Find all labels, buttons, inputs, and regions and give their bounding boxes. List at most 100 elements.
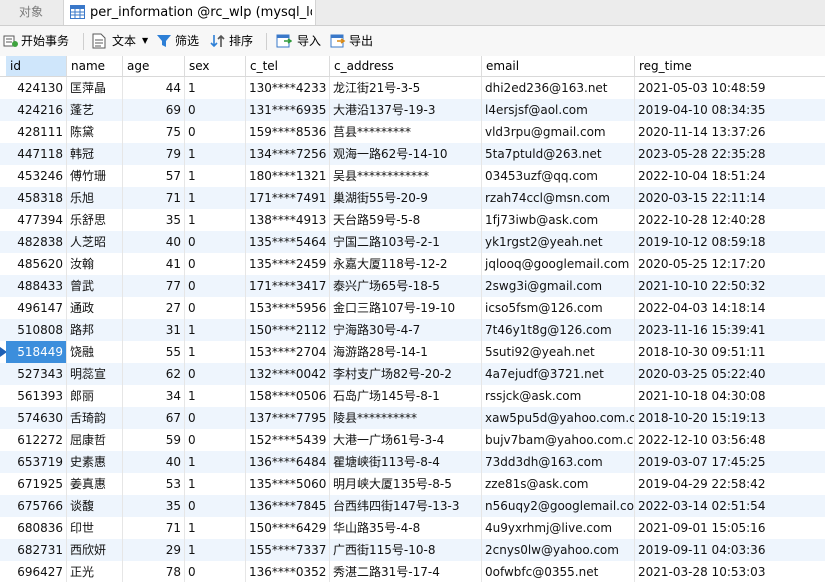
cell-name[interactable]: 匡萍晶 [67,77,123,99]
cell-sex[interactable]: 0 [185,99,246,121]
table-row[interactable]: 424130 匡萍晶 44 1 130****4233 龙江街21号-3-5 dhi2ed2… [0,77,825,99]
cell-name[interactable]: 姜真惠 [67,473,123,495]
cell-reg-time[interactable]: 2018-10-20 15:19:13 [635,407,825,429]
cell-sex[interactable]: 0 [185,407,246,429]
cell-sex[interactable]: 1 [185,187,246,209]
cell-id[interactable]: 561393 [6,385,67,407]
cell-age[interactable]: 41 [123,253,185,275]
table-row[interactable]: 574630 舌琦韵 67 0 137****7795 陵县********** xaw5p… [0,407,825,429]
cell-name[interactable]: 陈黛 [67,121,123,143]
cell-c-tel[interactable]: 150****2112 [246,319,330,341]
table-row[interactable]: 518449 饶融 55 1 153****2704 海游路28号-14-1 5suti92… [0,341,825,363]
cell-c-address[interactable]: 观海一路62号-14-10 [330,143,482,165]
cell-name[interactable]: 西欣妍 [67,539,123,561]
cell-c-tel[interactable]: 153****5956 [246,297,330,319]
cell-email[interactable]: 4a7ejudf@3721.net [482,363,635,385]
cell-reg-time[interactable]: 2020-11-14 13:37:26 [635,121,825,143]
cell-c-address[interactable]: 大港沿137号-19-3 [330,99,482,121]
cell-c-tel[interactable]: 158****0506 [246,385,330,407]
cell-age[interactable]: 34 [123,385,185,407]
cell-sex[interactable]: 1 [185,517,246,539]
cell-c-tel[interactable]: 171****3417 [246,275,330,297]
cell-c-tel[interactable]: 153****2704 [246,341,330,363]
cell-c-tel[interactable]: 136****7845 [246,495,330,517]
cell-reg-time[interactable]: 2022-04-03 14:18:14 [635,297,825,319]
cell-c-address[interactable]: 李村支广场82号-20-2 [330,363,482,385]
cell-c-tel[interactable]: 152****5439 [246,429,330,451]
cell-email[interactable]: 5ta7ptuld@263.net [482,143,635,165]
cell-c-address[interactable]: 石岛广场145号-8-1 [330,385,482,407]
cell-age[interactable]: 57 [123,165,185,187]
cell-c-tel[interactable]: 134****7256 [246,143,330,165]
cell-name[interactable]: 傅竹珊 [67,165,123,187]
cell-reg-time[interactable]: 2019-03-07 17:45:25 [635,451,825,473]
cell-c-address[interactable]: 莒县********* [330,121,482,143]
cell-c-tel[interactable]: 130****4233 [246,77,330,99]
cell-sex[interactable]: 1 [185,165,246,187]
table-row[interactable]: 482838 人芝昭 40 0 135****5464 宁国二路103号-2-1 yk1rg… [0,231,825,253]
cell-sex[interactable]: 0 [185,429,246,451]
cell-id[interactable]: 485620 [6,253,67,275]
cell-email[interactable]: dhi2ed236@163.net [482,77,635,99]
cell-email[interactable]: 03453uzf@qq.com [482,165,635,187]
cell-age[interactable]: 69 [123,99,185,121]
cell-sex[interactable]: 1 [185,143,246,165]
cell-id[interactable]: 424130 [6,77,67,99]
filter-button[interactable]: 筛选 [156,30,204,52]
cell-id[interactable]: 477394 [6,209,67,231]
cell-email[interactable]: 4u9yxrhmj@live.com [482,517,635,539]
cell-age[interactable]: 71 [123,187,185,209]
cell-name[interactable]: 乐旭 [67,187,123,209]
data-grid[interactable]: id name age sex c_tel c_address email re… [0,56,825,582]
cell-id[interactable]: 675766 [6,495,67,517]
cell-sex[interactable]: 0 [185,275,246,297]
cell-email[interactable]: 5suti92@yeah.net [482,341,635,363]
import-button[interactable]: 导入 [276,30,324,52]
table-row[interactable]: 653719 史素惠 40 1 136****6484 瞿塘峡街113号-8-4 73dd3… [0,451,825,473]
cell-sex[interactable]: 0 [185,121,246,143]
cell-reg-time[interactable]: 2022-12-10 03:56:48 [635,429,825,451]
cell-sex[interactable]: 1 [185,209,246,231]
cell-c-tel[interactable]: 135****5060 [246,473,330,495]
cell-sex[interactable]: 0 [185,561,246,582]
cell-name[interactable]: 汝翰 [67,253,123,275]
cell-reg-time[interactable]: 2023-11-16 15:39:41 [635,319,825,341]
cell-c-tel[interactable]: 135****2459 [246,253,330,275]
cell-email[interactable]: 2swg3i@gmail.com [482,275,635,297]
cell-c-tel[interactable]: 137****7795 [246,407,330,429]
tab-per-information[interactable]: per_information @rc_wlp (mysql_loc... [63,0,316,25]
cell-reg-time[interactable]: 2020-03-25 05:22:40 [635,363,825,385]
cell-sex[interactable]: 1 [185,451,246,473]
cell-name[interactable]: 郎丽 [67,385,123,407]
cell-id[interactable]: 482838 [6,231,67,253]
cell-reg-time[interactable]: 2019-04-29 22:58:42 [635,473,825,495]
cell-name[interactable]: 印世 [67,517,123,539]
table-row[interactable]: 447118 韩冠 79 1 134****7256 观海一路62号-14-10 5ta7p… [0,143,825,165]
cell-id[interactable]: 488433 [6,275,67,297]
cell-sex[interactable]: 1 [185,319,246,341]
cell-c-address[interactable]: 宁国二路103号-2-1 [330,231,482,253]
cell-reg-time[interactable]: 2021-09-01 15:05:16 [635,517,825,539]
cell-c-tel[interactable]: 150****6429 [246,517,330,539]
cell-age[interactable]: 78 [123,561,185,582]
cell-id[interactable]: 453246 [6,165,67,187]
cell-sex[interactable]: 0 [185,363,246,385]
cell-name[interactable]: 正光 [67,561,123,582]
cell-name[interactable]: 舌琦韵 [67,407,123,429]
cell-c-address[interactable]: 巢湖街55号-20-9 [330,187,482,209]
cell-name[interactable]: 明蕊宣 [67,363,123,385]
cell-c-address[interactable]: 华山路35号-4-8 [330,517,482,539]
cell-email[interactable]: 1fj73iwb@ask.com [482,209,635,231]
cell-email[interactable]: 0ofwbfc@0355.net [482,561,635,582]
cell-reg-time[interactable]: 2020-03-15 22:11:14 [635,187,825,209]
cell-c-address[interactable]: 大港一广场61号-3-4 [330,429,482,451]
cell-c-tel[interactable]: 131****6935 [246,99,330,121]
cell-reg-time[interactable]: 2021-10-10 22:50:32 [635,275,825,297]
cell-name[interactable]: 蓬艺 [67,99,123,121]
table-row[interactable]: 477394 乐舒思 35 1 138****4913 天台路59号-5-8 1fj73iw… [0,209,825,231]
cell-reg-time[interactable]: 2019-09-11 04:03:36 [635,539,825,561]
cell-name[interactable]: 乐舒思 [67,209,123,231]
cell-c-address[interactable]: 台西纬四街147号-13-3 [330,495,482,517]
cell-c-address[interactable]: 永嘉大厦118号-12-2 [330,253,482,275]
column-header-name[interactable]: name [67,56,123,76]
